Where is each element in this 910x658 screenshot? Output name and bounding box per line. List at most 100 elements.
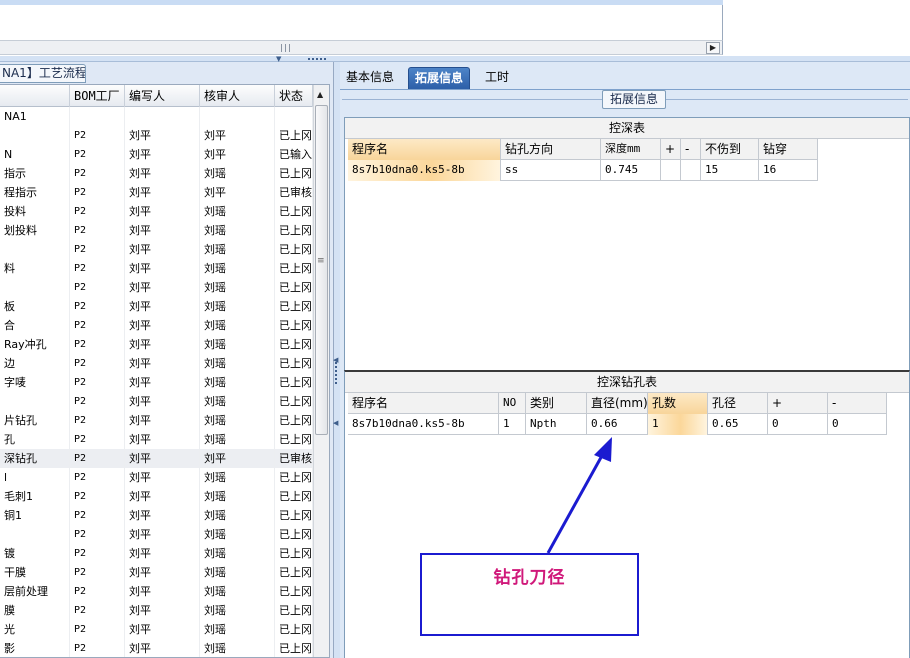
cell-diameter[interactable]: 0.66 [587, 414, 648, 435]
scroll-up-arrow-icon[interactable]: ▲ [317, 90, 323, 99]
table-row[interactable]: P2 刘平 刘瑶 已上冈 [0, 278, 313, 297]
horizontal-scrollbar[interactable]: ▶ [0, 40, 723, 55]
table-row[interactable]: P2 刘平 刘平 已上冈 [0, 126, 313, 145]
cell-bom: P2 [70, 449, 125, 468]
tab-work-hours[interactable]: 工时 [479, 67, 515, 89]
cell-status: 已上冈 [275, 240, 313, 259]
cell-program-name[interactable]: 8s7b10dna0.ks5-8b [348, 414, 499, 435]
cell-no[interactable]: 1 [499, 414, 526, 435]
table-row[interactable]: 光 P2 刘平 刘瑶 已上冈 [0, 620, 313, 639]
cell-writer: 刘平 [125, 221, 200, 240]
table-row[interactable]: 指示 P2 刘平 刘瑶 已上冈 [0, 164, 313, 183]
cell-step: 孔 [0, 430, 70, 449]
cell-category[interactable]: Npth [526, 414, 587, 435]
col-minus[interactable]: - [681, 139, 701, 160]
col-drill-through[interactable]: 钻穿 [759, 139, 818, 160]
cell-minus[interactable]: 0 [828, 414, 887, 435]
cell-program-name[interactable]: 8s7b10dna0.ks5-8b [348, 160, 501, 181]
table-row[interactable]: 深钻孔 P2 刘平 刘平 已审核 [0, 449, 313, 468]
collapse-left-icon[interactable]: ◀ [333, 419, 338, 427]
table-row[interactable]: 板 P2 刘平 刘瑶 已上冈 [0, 297, 313, 316]
tab-basic-info[interactable]: 基本信息 [340, 67, 400, 89]
scroll-grip-icon[interactable] [281, 44, 290, 52]
table-row[interactable]: 边 P2 刘平 刘瑶 已上冈 [0, 354, 313, 373]
splitter-dots-icon[interactable] [308, 58, 326, 60]
cell-status: 已审核 [275, 183, 313, 202]
cell-hole-count[interactable]: 1 [648, 414, 708, 435]
col-no-damage[interactable]: 不伤到 [701, 139, 759, 160]
col-program-name[interactable]: 程序名 [348, 393, 499, 414]
col-hole-diameter[interactable]: 孔径 [708, 393, 768, 414]
col-header-bom[interactable]: BOM工厂 [70, 85, 125, 107]
cell-status: 已审核 [275, 449, 313, 468]
table-row[interactable]: 投料 P2 刘平 刘瑶 已上冈 [0, 202, 313, 221]
table-row[interactable]: 片钻孔 P2 刘平 刘瑶 已上冈 [0, 411, 313, 430]
table-row[interactable]: Ray冲孔 P2 刘平 刘瑶 已上冈 [0, 335, 313, 354]
cell-bom: P2 [70, 620, 125, 639]
table-row[interactable]: 毛刺1 P2 刘平 刘瑶 已上冈 [0, 487, 313, 506]
col-category[interactable]: 类别 [526, 393, 587, 414]
cell-step [0, 525, 70, 544]
col-program-name[interactable]: 程序名 [348, 139, 501, 160]
cell-step: NA1 [0, 107, 70, 126]
table-row[interactable]: l P2 刘平 刘瑶 已上冈 [0, 468, 313, 487]
table-row[interactable]: 铜1 P2 刘平 刘瑶 已上冈 [0, 506, 313, 525]
cell-step: 层前处理 [0, 582, 70, 601]
cell-bom: P2 [70, 221, 125, 240]
table-row[interactable]: 程指示 P2 刘平 刘平 已审核 [0, 183, 313, 202]
table-title: 控深钻孔表 [345, 372, 909, 393]
table-row[interactable]: 合 P2 刘平 刘瑶 已上冈 [0, 316, 313, 335]
cell-bom: P2 [70, 278, 125, 297]
cell-drill-direction[interactable]: ss [501, 160, 601, 181]
table-row[interactable]: 镀 P2 刘平 刘瑶 已上冈 [0, 544, 313, 563]
table-row[interactable]: P2 刘平 刘瑶 已上冈 [0, 525, 313, 544]
scroll-right-arrow-icon[interactable]: ▶ [706, 42, 720, 54]
table-row[interactable]: 影 P2 刘平 刘瑶 已上冈 [0, 639, 313, 657]
process-flow-tab[interactable]: NA1】工艺流程 [0, 64, 86, 83]
cell-step: 深钻孔 [0, 449, 70, 468]
vertical-scrollbar[interactable]: ▲ [313, 85, 329, 657]
group-title: 拓展信息 [602, 90, 666, 109]
table-row[interactable]: 膜 P2 刘平 刘瑶 已上冈 [0, 601, 313, 620]
tab-extended-info[interactable]: 拓展信息 [408, 67, 471, 89]
cell-status: 已上冈 [275, 411, 313, 430]
col-header-writer[interactable]: 编写人 [125, 85, 200, 107]
splitter-dots-icon[interactable] [335, 362, 337, 384]
table-row[interactable]: P2 刘平 刘瑶 已上冈 [0, 392, 313, 411]
cell-depth[interactable]: 0.745 [601, 160, 661, 181]
table-row[interactable]: 层前处理 P2 刘平 刘瑶 已上冈 [0, 582, 313, 601]
col-minus[interactable]: - [828, 393, 887, 414]
scroll-thumb[interactable] [315, 105, 328, 435]
cell-no-damage[interactable]: 15 [701, 160, 759, 181]
table-row[interactable]: 干膜 P2 刘平 刘瑶 已上冈 [0, 563, 313, 582]
table-row[interactable]: 划投料 P2 刘平 刘瑶 已上冈 [0, 221, 313, 240]
table-row[interactable]: 8s7b10dna0.ks5-8b ss 0.745 15 16 [348, 160, 818, 181]
table-row[interactable]: P2 刘平 刘瑶 已上冈 [0, 240, 313, 259]
cell-bom: P2 [70, 145, 125, 164]
table-row[interactable]: 字唛 P2 刘平 刘瑶 已上冈 [0, 373, 313, 392]
table-row[interactable]: 料 P2 刘平 刘瑶 已上冈 [0, 259, 313, 278]
col-hole-count[interactable]: 孔数 [648, 393, 708, 414]
cell-status: 已上冈 [275, 639, 313, 657]
table-row[interactable]: NA1 [0, 107, 313, 126]
cell-plus[interactable]: 0 [768, 414, 828, 435]
col-drill-direction[interactable]: 钻孔方向 [501, 139, 601, 160]
cell-plus[interactable] [661, 160, 681, 181]
cell-status: 已上冈 [275, 506, 313, 525]
col-depth[interactable]: 深度mm [601, 139, 661, 160]
cell-reviewer: 刘瑶 [200, 335, 275, 354]
col-header-status[interactable]: 状态 [275, 85, 313, 107]
table-row[interactable]: 孔 P2 刘平 刘瑶 已上冈 [0, 430, 313, 449]
col-plus[interactable]: + [768, 393, 828, 414]
cell-hole-diameter[interactable]: 0.65 [708, 414, 768, 435]
table-row[interactable]: 8s7b10dna0.ks5-8b 1 Npth 0.66 1 0.65 0 0 [348, 414, 887, 435]
col-header-reviewer[interactable]: 核审人 [200, 85, 275, 107]
cell-reviewer: 刘瑶 [200, 316, 275, 335]
col-header-step[interactable] [0, 85, 70, 107]
cell-drill-through[interactable]: 16 [759, 160, 818, 181]
cell-minus[interactable] [681, 160, 701, 181]
col-diameter[interactable]: 直径(mm) [587, 393, 648, 414]
col-plus[interactable]: + [661, 139, 681, 160]
table-row[interactable]: N P2 刘平 刘平 已输入 [0, 145, 313, 164]
col-no[interactable]: NO [499, 393, 526, 414]
